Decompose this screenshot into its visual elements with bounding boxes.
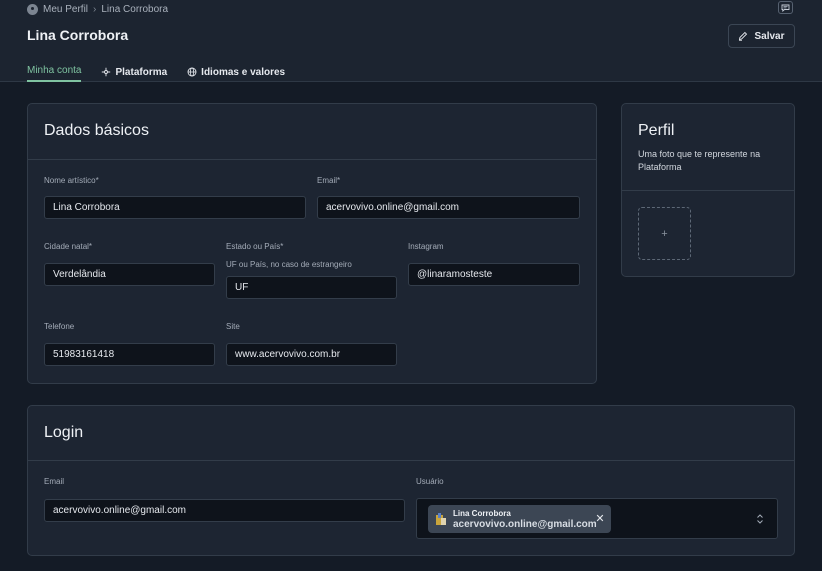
card-title: Dados básicos <box>44 122 149 139</box>
tab-plataforma[interactable]: Plataforma <box>101 62 167 82</box>
globe-icon <box>187 67 197 77</box>
instagram-label: Instagram <box>408 242 444 251</box>
user-chip: Lina Corrobora acervovivo.online@gmail.c… <box>428 505 611 533</box>
chip-email: acervovivo.online@gmail.com <box>453 519 597 530</box>
site-field[interactable]: www.acervovivo.com.br <box>226 343 397 366</box>
chip-name: Lina Corrobora <box>453 509 511 518</box>
chevron-up-down-icon[interactable] <box>755 512 765 526</box>
email-label: Email* <box>317 176 341 185</box>
card-title: Perfil <box>638 122 675 139</box>
user-avatar-icon <box>435 512 447 526</box>
phone-field[interactable]: 51983161418 <box>44 343 215 366</box>
chevron-right-icon: › <box>93 3 97 15</box>
divider <box>622 190 794 191</box>
breadcrumb: Meu Perfil › Lina Corrobora <box>27 3 168 15</box>
site-label: Site <box>226 322 240 331</box>
tab-label: Minha conta <box>27 64 82 76</box>
state-hint: UF ou País, no caso de estrangeiro <box>226 260 352 269</box>
divider <box>28 460 794 461</box>
feedback-button[interactable] <box>778 1 793 14</box>
login-email-field[interactable]: acervovivo.online@gmail.com <box>44 499 405 522</box>
tab-bar: Minha conta Plataforma Idiomas e valores <box>27 62 285 82</box>
email-field[interactable]: acervovivo.online@gmail.com <box>317 196 580 219</box>
tab-idiomas-e-valores[interactable]: Idiomas e valores <box>187 62 285 82</box>
artist-name-label: Nome artístico* <box>44 176 99 185</box>
photo-upload[interactable]: + <box>638 207 691 260</box>
breadcrumb-current: Lina Corrobora <box>101 3 169 15</box>
user-label: Usuário <box>416 477 444 486</box>
city-field[interactable]: Verdelândia <box>44 263 215 286</box>
login-card: Login Email acervovivo.online@gmail.com … <box>27 405 795 556</box>
plus-icon: + <box>661 227 668 240</box>
page-title: Lina Corrobora <box>27 27 129 43</box>
state-label: Estado ou País* <box>226 242 284 251</box>
close-icon[interactable]: ✕ <box>594 512 606 525</box>
user-select[interactable]: Lina Corrobora acervovivo.online@gmail.c… <box>416 498 778 539</box>
profile-description: Uma foto que te represente na Plataforma <box>638 149 761 172</box>
top-bar: Meu Perfil › Lina Corrobora Lina Corrobo… <box>0 0 822 82</box>
instagram-field[interactable]: @linaramosteste <box>408 263 580 286</box>
save-button[interactable]: Salvar <box>728 24 795 48</box>
artist-name-field[interactable]: Lina Corrobora <box>44 196 306 219</box>
divider <box>28 159 596 160</box>
platform-icon <box>102 67 111 77</box>
login-email-label: Email <box>44 477 65 486</box>
basic-data-card: Dados básicos Nome artístico* Lina Corro… <box>27 103 597 384</box>
card-title: Login <box>44 424 84 441</box>
tab-minha-conta[interactable]: Minha conta <box>27 62 82 82</box>
profile-icon <box>27 3 38 15</box>
city-label: Cidade natal* <box>44 242 93 251</box>
state-field[interactable]: UF <box>226 276 397 299</box>
edit-icon <box>739 31 748 41</box>
profile-card: Perfil Uma foto que te represente na Pla… <box>621 103 795 277</box>
message-icon <box>781 4 790 12</box>
tab-label: Plataforma <box>115 66 168 78</box>
breadcrumb-root[interactable]: Meu Perfil <box>43 4 88 15</box>
phone-label: Telefone <box>44 322 75 331</box>
save-label: Salvar <box>754 30 785 42</box>
tab-label: Idiomas e valores <box>201 66 286 78</box>
